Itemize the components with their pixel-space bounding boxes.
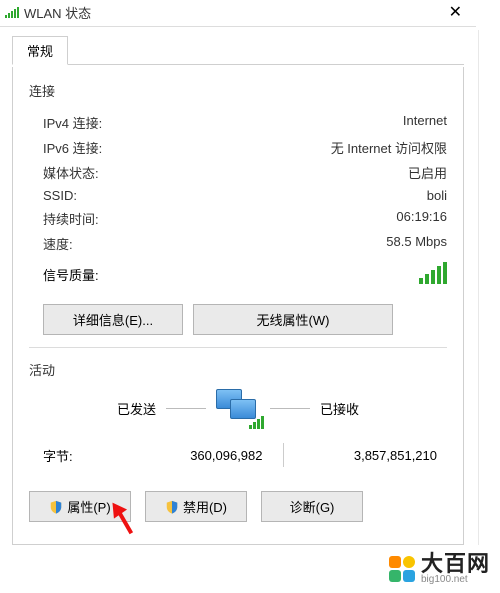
ipv6-label: IPv6 连接: (43, 138, 102, 157)
close-button[interactable]: ✕ (443, 2, 468, 22)
media-label: 媒体状态: (43, 163, 99, 182)
bytes-row: 字节: 360,096,982 3,857,851,210 (29, 443, 447, 467)
watermark: 大百网 big100.net (389, 553, 490, 585)
divider (29, 347, 447, 348)
signal-label: 信号质量: (43, 265, 99, 284)
panel-general: 连接 IPv4 连接: Internet IPv6 连接: 无 Internet… (12, 67, 464, 545)
watermark-logo-icon (389, 556, 415, 582)
duration-value: 06:19:16 (396, 209, 447, 228)
row-speed: 速度: 58.5 Mbps (29, 231, 447, 256)
ssid-value: boli (427, 188, 447, 203)
mini-signal-icon (249, 416, 264, 429)
received-label: 已接收 (310, 399, 447, 418)
row-ipv4: IPv4 连接: Internet (29, 110, 447, 135)
shield-icon (49, 500, 63, 514)
row-media: 媒体状态: 已启用 (29, 160, 447, 185)
diagnose-button-label: 诊断(G) (290, 497, 335, 516)
properties-button-label: 属性(P) (67, 497, 110, 516)
duration-label: 持续时间: (43, 209, 99, 228)
signal-bars-icon (419, 262, 447, 284)
section-connection-title: 连接 (29, 81, 447, 100)
activity-header: 已发送 已接收 (29, 389, 447, 427)
dash-right (270, 408, 310, 409)
titlebar: WLAN 状态 ✕ (0, 0, 476, 27)
bytes-received-value: 3,857,851,210 (284, 448, 448, 463)
dash-left (166, 408, 206, 409)
bytes-sent-value: 360,096,982 (109, 448, 283, 463)
ipv4-label: IPv4 连接: (43, 113, 102, 132)
speed-label: 速度: (43, 234, 73, 253)
ipv6-value: 无 Internet 访问权限 (331, 138, 447, 157)
bytes-label: 字节: (29, 446, 109, 465)
watermark-name: 大百网 (421, 553, 490, 575)
disable-button-label: 禁用(D) (183, 497, 227, 516)
section-activity-title: 活动 (29, 360, 447, 379)
diagnose-button[interactable]: 诊断(G) (261, 491, 363, 522)
tab-general[interactable]: 常规 (12, 36, 68, 65)
sent-label: 已发送 (29, 399, 166, 418)
ssid-label: SSID: (43, 188, 77, 203)
right-edge (478, 30, 496, 545)
network-activity-icon (206, 389, 270, 427)
wifi-icon (4, 5, 20, 19)
watermark-url: big100.net (421, 575, 490, 585)
wireless-properties-button[interactable]: 无线属性(W) (193, 304, 393, 335)
disable-button[interactable]: 禁用(D) (145, 491, 247, 522)
speed-value: 58.5 Mbps (386, 234, 447, 253)
tabstrip: 常规 (12, 35, 464, 65)
row-ssid: SSID: boli (29, 185, 447, 206)
window-title: WLAN 状态 (24, 3, 91, 22)
media-value: 已启用 (408, 163, 447, 182)
row-ipv6: IPv6 连接: 无 Internet 访问权限 (29, 135, 447, 160)
details-button[interactable]: 详细信息(E)... (43, 304, 183, 335)
shield-icon (165, 500, 179, 514)
ipv4-value: Internet (403, 113, 447, 132)
row-duration: 持续时间: 06:19:16 (29, 206, 447, 231)
wlan-status-dialog: WLAN 状态 ✕ 常规 连接 IPv4 连接: Internet IPv6 连… (0, 0, 476, 557)
row-signal: 信号质量: (29, 256, 447, 290)
